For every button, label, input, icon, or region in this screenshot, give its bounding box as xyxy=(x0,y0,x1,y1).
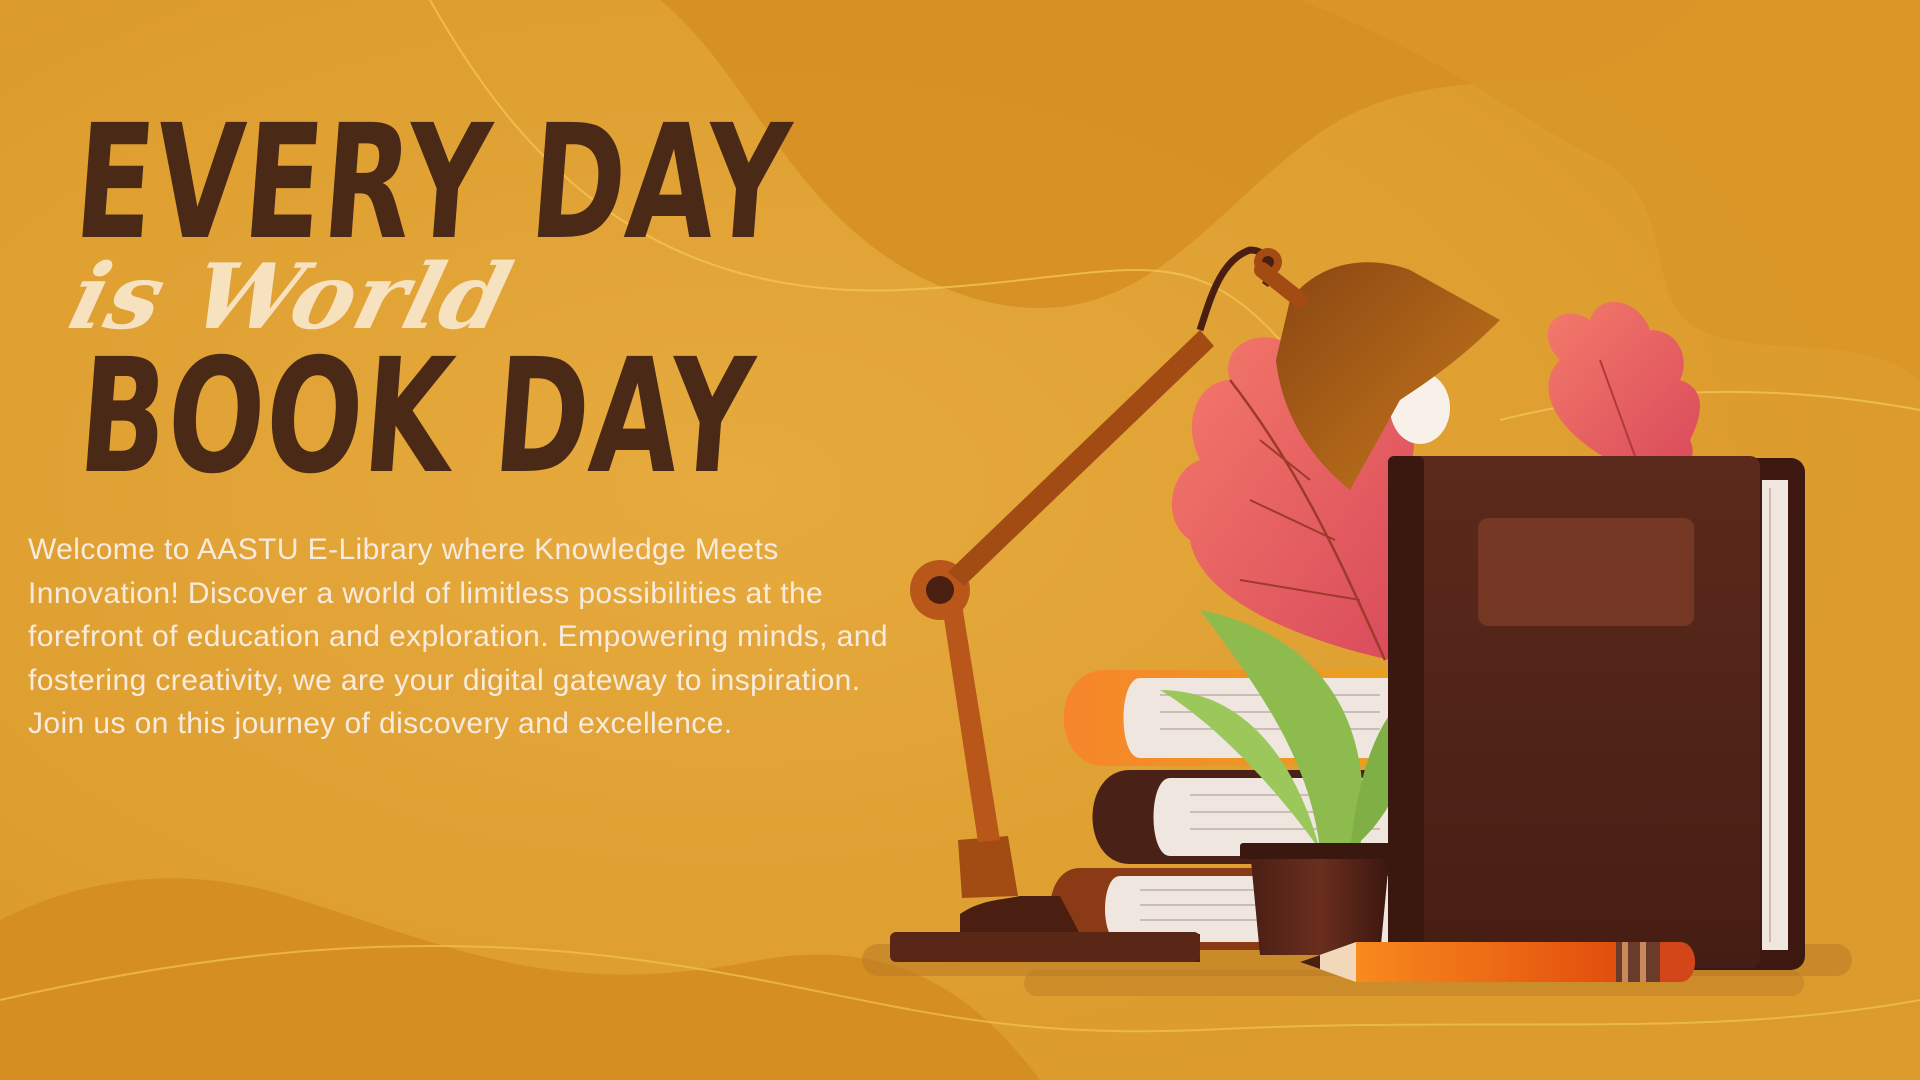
leaf-icon xyxy=(1547,301,1700,473)
hero-banner: EVERY DAY is World BOOK DAY Welcome to A… xyxy=(0,0,1920,1080)
hardcover-book-icon xyxy=(1388,456,1805,970)
reading-illustration xyxy=(862,246,1852,996)
pencil-icon xyxy=(1300,942,1695,982)
